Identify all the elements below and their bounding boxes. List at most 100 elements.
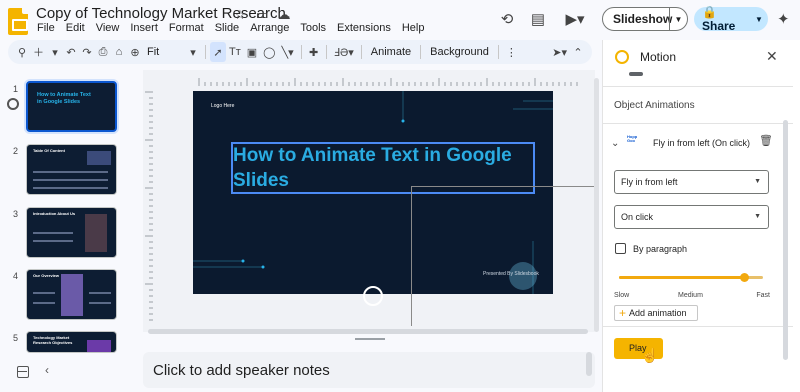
paint-format-icon[interactable]: ⌂ <box>111 42 127 62</box>
slide-number: 4 <box>13 271 19 281</box>
hand-cursor-icon: ☝ <box>641 347 659 363</box>
share-button[interactable]: 🔒 Share ▼ <box>694 5 768 33</box>
motion-path-handle[interactable] <box>363 286 383 306</box>
more-options-icon[interactable]: ⋮ <box>503 42 520 62</box>
grid-view-icon[interactable] <box>17 366 29 378</box>
line-icon[interactable]: ╲▾ <box>278 42 296 62</box>
trigger-dropdown[interactable]: On click ▼ <box>614 205 769 229</box>
delete-icon[interactable]: 🗑 <box>759 134 773 147</box>
add-animation-button[interactable]: + Add animation <box>614 305 698 321</box>
menu-help[interactable]: Help <box>402 22 425 34</box>
notes-scrollbar[interactable] <box>586 352 592 376</box>
star-icon[interactable]: ☆ <box>233 7 247 23</box>
meet-icon[interactable]: ▶▾ <box>563 10 587 30</box>
effect-dropdown[interactable]: Fly in from left ▼ <box>614 170 769 194</box>
undo-icon[interactable]: ↶ <box>63 42 79 62</box>
shape-icon[interactable]: ◯ <box>260 42 278 62</box>
menu-slide[interactable]: Slide <box>215 22 239 34</box>
version-history-icon[interactable]: ⟲ <box>497 10 517 30</box>
comments-icon[interactable]: ▤ <box>528 10 548 30</box>
new-slide-icon[interactable]: ＋ <box>30 42 47 62</box>
panel-scrollbar[interactable] <box>783 120 788 360</box>
motion-path-line <box>411 186 412 326</box>
menu-extensions[interactable]: Extensions <box>337 22 391 34</box>
section-label: Object Animations <box>614 100 695 111</box>
animate-button[interactable]: Animate <box>366 46 416 58</box>
dropdown-arrow-icon: ▼ <box>754 178 761 185</box>
motion-path-line <box>411 186 595 187</box>
speed-medium-label: Medium <box>678 292 703 299</box>
panel-title: Motion <box>640 50 677 64</box>
text-box-icon[interactable]: Tт <box>226 42 244 62</box>
slide-thumbnail-4[interactable]: Our Overview <box>26 269 117 320</box>
slide-thumbnail-5[interactable]: Technology Market Research Objectives <box>26 331 117 353</box>
horizontal-ruler <box>198 78 578 86</box>
slide-thumbnail-1[interactable]: How to Animate Text in Google Slides <box>26 81 117 132</box>
slide-thumbnail-2[interactable]: Table Of Content <box>26 144 117 195</box>
vertical-scrollbar[interactable] <box>594 78 599 332</box>
motion-icon <box>615 50 629 64</box>
chevron-down-icon[interactable]: ▾ <box>185 42 201 62</box>
menu-tools[interactable]: Tools <box>300 22 326 34</box>
notes-resize-handle[interactable] <box>355 338 385 340</box>
speed-fast-label: Fast <box>756 292 770 299</box>
print-icon[interactable]: ⎙ <box>95 42 111 62</box>
menu-arrange[interactable]: Arrange <box>250 22 289 34</box>
zoom-icon[interactable]: ⊕ <box>127 42 143 62</box>
background-button[interactable]: Background <box>425 46 494 58</box>
presented-by: Presented By Slidesbook <box>483 271 539 277</box>
by-paragraph-label: By paragraph <box>633 244 688 254</box>
thumbnail-title: How to Animate Text in Google Slides <box>37 92 91 105</box>
speaker-notes-placeholder[interactable]: Click to add speaker notes <box>153 362 330 379</box>
thumbnail-title: Technology Market Research Objectives <box>33 335 73 345</box>
share-label[interactable]: 🔒 Share <box>694 5 750 33</box>
collapse-filmstrip-icon[interactable]: ‹ <box>45 363 49 377</box>
redo-icon[interactable]: ↷ <box>79 42 95 62</box>
slide-number: 1 <box>13 84 19 94</box>
panel-tab-indicator[interactable] <box>629 72 643 76</box>
search-menus-icon[interactable]: ⚲ <box>14 42 30 62</box>
move-folder-icon[interactable]: ▭ <box>255 7 269 23</box>
speed-slider-fill <box>619 276 745 279</box>
slide-number: 3 <box>13 209 19 219</box>
motion-indicator-icon <box>7 98 19 110</box>
zoom-select[interactable]: Fit <box>143 46 185 58</box>
logo-placeholder: Logo Here <box>211 103 235 109</box>
chevron-down-icon[interactable]: ▾ <box>47 42 63 62</box>
chevron-down-icon[interactable]: ▼ <box>750 15 768 24</box>
menu-edit[interactable]: Edit <box>66 22 85 34</box>
gemini-icon[interactable]: ✦ <box>777 10 790 28</box>
vertical-ruler <box>145 91 153 321</box>
menu-bar: File Edit View Insert Format Slide Arran… <box>37 22 424 34</box>
slideshow-button[interactable]: Slideshow ▼ <box>602 7 688 31</box>
comment-add-icon[interactable]: ✚ <box>306 42 322 62</box>
speed-slider-thumb[interactable] <box>740 273 750 282</box>
animation-item-label[interactable]: Fly in from left (On click) <box>653 138 750 148</box>
speaker-notes[interactable]: Click to add speaker notes <box>143 352 595 388</box>
speed-slow-label: Slow <box>614 292 630 299</box>
toolbar: ⚲ ＋ ▾ ↶ ↷ ⎙ ⌂ ⊕ Fit ▾ ➚ Tт ▣ ◯ ╲▾ ✚ ℲƏ▾ … <box>8 40 592 64</box>
slide-number: 5 <box>13 333 19 343</box>
cloud-status-icon[interactable]: ☁ <box>277 7 291 23</box>
thumbnail-title: Introduction About Us <box>33 211 76 216</box>
slides-logo[interactable] <box>8 8 28 35</box>
animation-thumbnail: Hopp Goo <box>627 134 638 144</box>
pointer-mode-icon[interactable]: ➤▾ <box>549 42 570 62</box>
menu-insert[interactable]: Insert <box>130 22 158 34</box>
select-icon[interactable]: ➚ <box>210 42 226 62</box>
menu-format[interactable]: Format <box>169 22 204 34</box>
slide-thumbnail-3[interactable]: Introduction About Us <box>26 207 117 258</box>
chevron-down-icon[interactable]: ▼ <box>669 8 687 30</box>
by-paragraph-checkbox[interactable] <box>615 243 626 254</box>
chevron-up-icon[interactable]: ⌃ <box>570 42 586 62</box>
thumbnail-title: Table Of Content <box>33 148 65 153</box>
close-icon[interactable]: ✕ <box>766 48 778 65</box>
horizontal-scrollbar[interactable] <box>148 329 588 334</box>
animation-list-item[interactable]: ⌄ Hopp Goo Fly in from left (On click) <box>611 132 781 154</box>
menu-view[interactable]: View <box>96 22 120 34</box>
slide-number: 2 <box>13 146 19 156</box>
chevron-down-icon[interactable]: ⌄ <box>611 138 627 149</box>
layout-icon[interactable]: ℲƏ▾ <box>331 42 357 62</box>
menu-file[interactable]: File <box>37 22 55 34</box>
image-icon[interactable]: ▣ <box>244 42 260 62</box>
